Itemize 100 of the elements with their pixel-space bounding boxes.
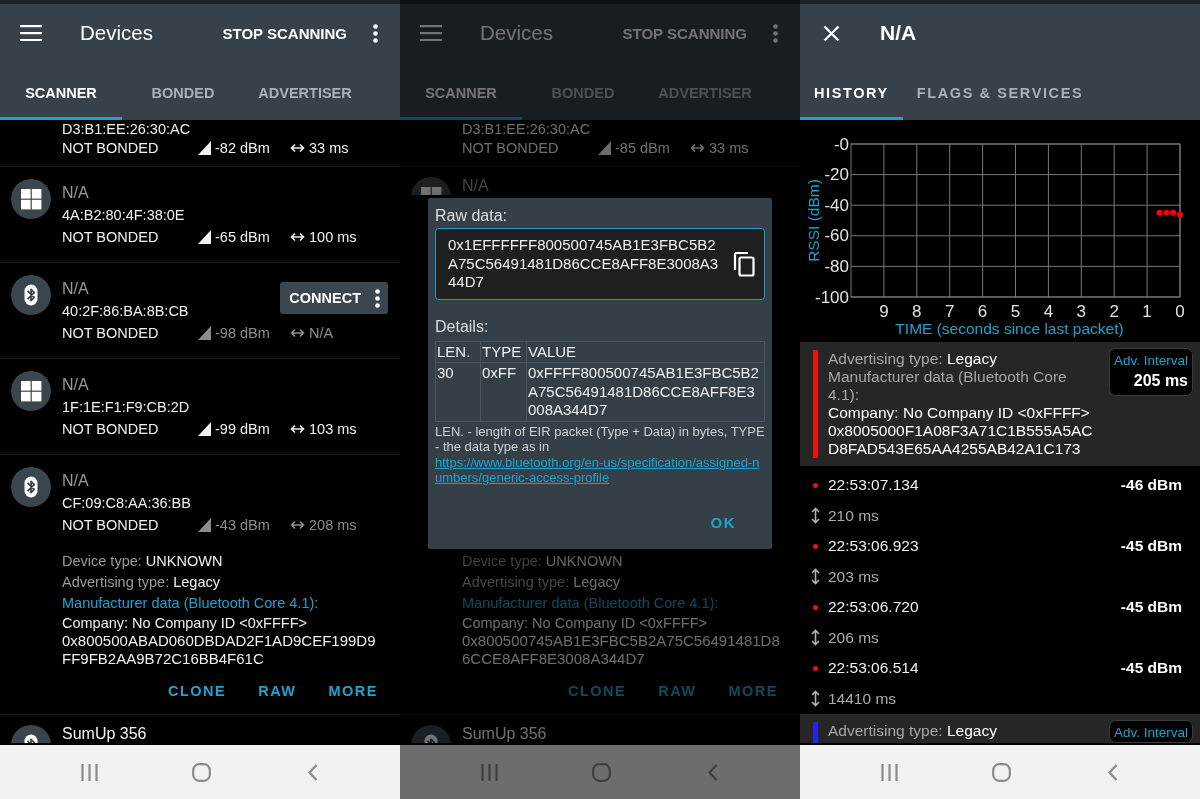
stop-scanning-button[interactable]: STOP SCANNING <box>222 24 347 42</box>
bond-state: NOT BONDED <box>62 139 160 158</box>
chevron-left-icon[interactable] <box>308 763 318 781</box>
action-button[interactable]: CLONE <box>159 674 235 708</box>
table-cell: 0xFF <box>480 362 527 421</box>
packet-time: 22:53:06.720 <box>828 598 919 617</box>
more-options-icon[interactable] <box>373 23 378 43</box>
badge-label: Adv. Interval <box>1113 352 1188 370</box>
column-header: TYPE <box>480 341 527 363</box>
up-down-arrow-icon <box>810 690 821 708</box>
raw-data-field[interactable]: 0x1EFFFFFF800500745AB1E3FBC5B2A75C56491481D86CCE8AFF8E3008A344D7 <box>435 228 765 300</box>
device-address: D3:B1:EE:26:30:AC <box>62 121 192 137</box>
device-name: SumUp 356 <box>62 725 148 743</box>
rounded-square-icon[interactable] <box>991 762 1011 782</box>
packet-time: 22:53:06.514 <box>828 659 919 678</box>
device-name: N/A <box>462 177 490 195</box>
device-name: N/A <box>62 183 90 203</box>
x-axis-title: TIME (seconds since last packet) <box>895 320 1124 337</box>
details-note: LEN. - length of EIR packet (Type + Data) in bytes, TYPE - the data type as in https://www.bluetooth.org/en-us/specification/assigned-numbers/generic-access-profile <box>435 423 765 486</box>
bluetooth-icon <box>11 467 51 507</box>
interval-value: 33 ms <box>309 139 349 158</box>
y-tick-label: -60 <box>824 226 849 246</box>
bond-state: NOT BONDED <box>462 139 560 158</box>
device-name: SumUp 356 <box>462 725 548 743</box>
device-address: 4A:B2:80:4F:38:0E <box>62 206 186 225</box>
packet-interval: 210 ms <box>828 506 879 525</box>
packet-rssi: -45 dBm <box>1120 598 1182 617</box>
device-address: D3:B1:EE:26:30:AC <box>462 121 592 137</box>
manufacturer-data-title: Manufacturer data (Bluetooth Core 4.1): <box>462 594 720 613</box>
action-button[interactable]: MORE <box>320 674 386 708</box>
y-tick-label: -20 <box>824 165 849 185</box>
x-tick-label: 7 <box>944 302 955 321</box>
three-bars-icon[interactable] <box>880 763 898 781</box>
column-header: LEN. <box>435 341 481 363</box>
manufacturer-data-value: 0x800500ABAD060DBDAD2F1AD9CEF199D9FF9FB2AA9B72C16BB4F61C <box>62 632 377 668</box>
y-tick-label: -40 <box>824 195 849 215</box>
app-title: Devices <box>480 21 553 45</box>
packet-rssi: -45 dBm <box>1120 659 1182 678</box>
x-tick-label: 8 <box>912 302 922 321</box>
bond-state: NOT BONDED <box>62 324 160 343</box>
bluetooth-icon <box>11 275 51 315</box>
tab[interactable]: FLAGS & SERVICES <box>902 62 1098 120</box>
table-cell: 0xFFFF800500745AB1E3FBC5B2A75C56491481D86CCE8AFF8E3008A344D7 <box>526 362 765 421</box>
menu-icon[interactable] <box>20 25 42 41</box>
tab[interactable]: ADVERTISER <box>244 62 366 120</box>
interval-value: 100 ms <box>309 228 357 247</box>
connect-button[interactable]: CONNECT <box>280 282 388 314</box>
detail-text: Device type: UNKNOWN <box>462 552 624 571</box>
stop-scanning-button[interactable]: STOP SCANNING <box>622 24 747 42</box>
bond-state: NOT BONDED <box>62 420 160 439</box>
up-down-arrow-icon <box>810 507 821 525</box>
packet-interval: 206 ms <box>828 628 879 647</box>
ok-button[interactable]: OK <box>696 505 750 539</box>
badge-value: 205 ms <box>1132 371 1188 391</box>
device-address: CF:09:C8:AA:36:BB <box>62 494 192 513</box>
dialog-label: Details: <box>435 316 490 337</box>
detail-text: Advertising type: Legacy <box>462 573 621 592</box>
y-tick-label: -0 <box>833 134 849 154</box>
packet-rssi: -46 dBm <box>1120 476 1182 495</box>
action-button[interactable]: RAW <box>250 674 305 708</box>
chevron-left-icon[interactable] <box>1108 763 1118 781</box>
packet-rssi: -45 dBm <box>1120 537 1182 556</box>
copy-icon[interactable] <box>732 250 755 277</box>
device-name: N/A <box>62 375 90 395</box>
x-tick-label: 1 <box>1142 302 1152 321</box>
company-text: Company: No Company ID <0xFFFF> <box>462 614 708 632</box>
more-options-icon[interactable] <box>375 288 380 308</box>
close-icon[interactable] <box>823 24 840 42</box>
rounded-square-icon[interactable] <box>591 762 611 782</box>
interval-value: 33 ms <box>709 139 749 158</box>
company-text: Company: No Company ID <0xFFFF> <box>828 404 1091 422</box>
y-axis-title: RSSI (dBm) <box>804 179 822 262</box>
detail-text: Device type: UNKNOWN <box>62 552 224 571</box>
advertising-type-text: Advertising type: Legacy <box>828 350 998 368</box>
column-header: VALUE <box>526 341 765 363</box>
spec-link[interactable]: https://www.bluetooth.org/en-us/specification/assigned-numbers/generic-access-profile <box>435 454 765 486</box>
three-bars-icon[interactable] <box>80 763 98 781</box>
three-bars-icon[interactable] <box>480 763 498 781</box>
x-tick-label: 9 <box>879 302 889 321</box>
tab[interactable]: BONDED <box>122 62 244 120</box>
device-name: N/A <box>62 471 90 491</box>
interval-value: 208 ms <box>309 516 357 535</box>
rssi-value: -85 dBm <box>615 139 670 158</box>
manufacturer-data-title: Manufacturer data (Bluetooth Core 4.1): <box>62 594 320 613</box>
rounded-square-icon[interactable] <box>191 762 211 782</box>
four-squares-icon <box>11 371 51 411</box>
chevron-left-icon[interactable] <box>708 763 718 781</box>
manufacturer-data-value: 0x8005000F1A08F3A71C1B555A5ACD8FAD543E65AA4255AB42A1C173 <box>828 422 1094 458</box>
rssi-value: -82 dBm <box>215 139 270 158</box>
detail-text: Advertising type: Legacy <box>62 573 221 592</box>
rssi-value: -99 dBm <box>215 420 270 439</box>
packet-time: 22:53:06.923 <box>828 537 919 556</box>
up-down-arrow-icon <box>810 568 821 586</box>
app-title: N/A <box>880 21 917 45</box>
x-tick-label: 6 <box>977 302 988 321</box>
bond-state: NOT BONDED <box>62 228 160 247</box>
dialog-label: Raw data: <box>435 206 509 226</box>
four-squares-icon <box>11 179 51 219</box>
device-name: N/A <box>62 279 90 299</box>
x-tick-label: 2 <box>1109 302 1119 321</box>
